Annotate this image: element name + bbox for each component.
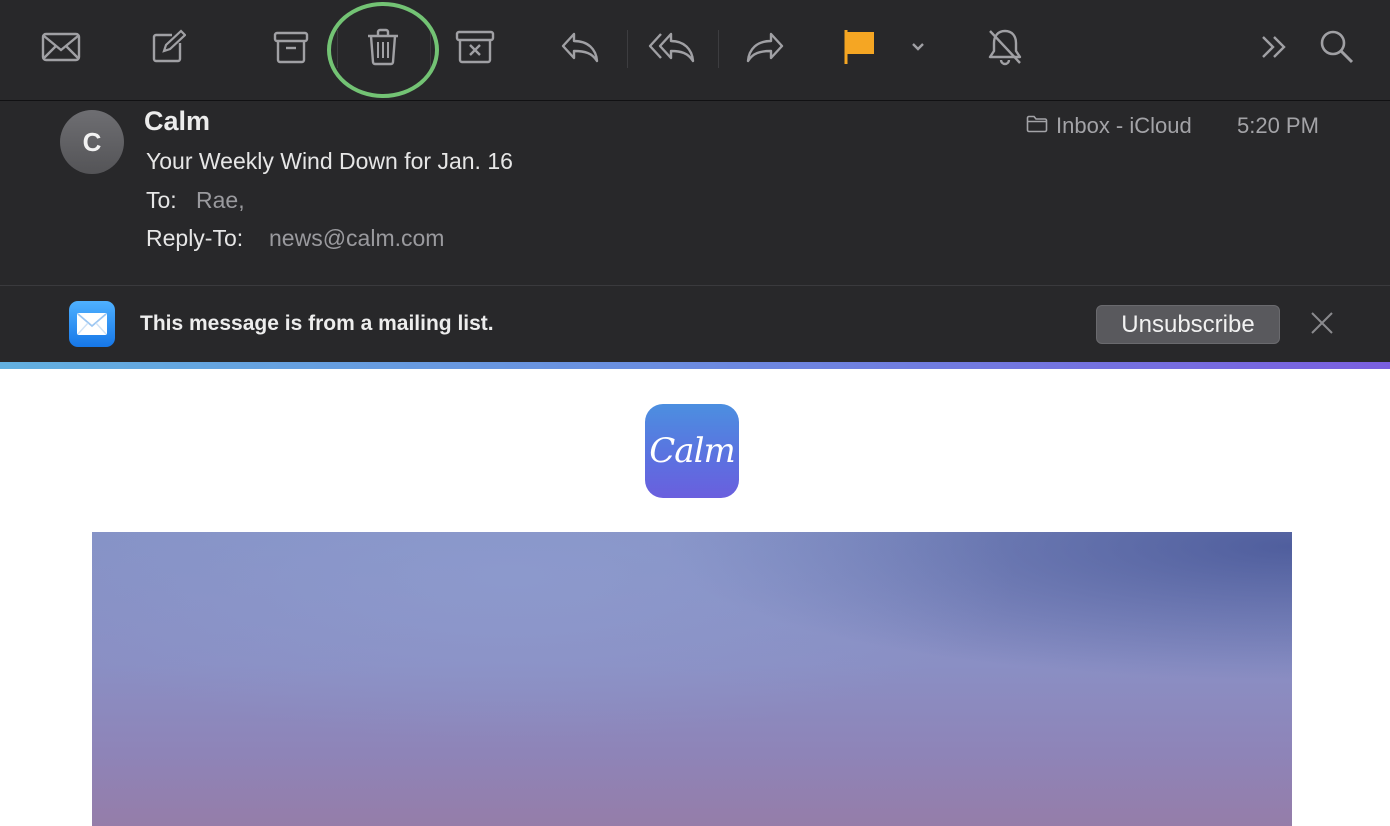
get-mail-button[interactable]: [36, 22, 86, 72]
mail-app-icon: [69, 301, 115, 347]
junk-icon: [455, 29, 495, 65]
mailbox-location: Inbox - iCloud: [1026, 113, 1192, 139]
junk-button[interactable]: [450, 22, 500, 72]
reply-to-label: Reply-To:: [146, 225, 244, 251]
compose-icon: [150, 29, 186, 65]
mailbox-name: Inbox - iCloud: [1056, 113, 1192, 138]
bell-slash-icon: [986, 28, 1024, 66]
close-icon: [1310, 311, 1334, 340]
mailing-list-notice: This message is from a mailing list.: [140, 312, 494, 335]
unsubscribe-button[interactable]: Unsubscribe: [1096, 305, 1280, 344]
toolbar-divider: [337, 30, 338, 68]
compose-button[interactable]: [143, 22, 193, 72]
forward-button[interactable]: [740, 22, 790, 72]
chevron-double-right-icon: [1259, 34, 1289, 60]
reply-to-address[interactable]: news@calm.com: [269, 225, 444, 252]
message-time: 5:20 PM: [1237, 113, 1319, 138]
archive-button[interactable]: [266, 22, 316, 72]
hero-image[interactable]: [92, 532, 1292, 826]
mute-button[interactable]: [980, 22, 1030, 72]
header-accent-bar: [0, 362, 1390, 369]
avatar-initial: C: [82, 126, 102, 157]
reply-all-icon: [648, 31, 696, 63]
calm-logo-text: Calm: [649, 431, 735, 471]
calm-logo[interactable]: Calm: [645, 404, 739, 498]
toolbar-divider: [430, 30, 431, 68]
search-button[interactable]: [1312, 22, 1362, 72]
toolbar-divider: [627, 30, 628, 68]
search-icon: [1319, 29, 1355, 65]
flag-button[interactable]: [835, 22, 885, 72]
forward-icon: [745, 31, 785, 63]
envelope-icon: [41, 31, 81, 63]
mailing-list-banner: This message is from a mailing list. Uns…: [0, 286, 1390, 362]
reply-icon: [560, 31, 600, 63]
flag-icon: [843, 28, 877, 66]
avatar: C: [60, 110, 124, 174]
folder-icon: [1026, 113, 1056, 139]
to-label: To:: [146, 187, 177, 213]
delete-button[interactable]: [358, 22, 408, 72]
message-header: C Calm Your Weekly Wind Down for Jan. 16…: [0, 101, 1390, 286]
to-recipient[interactable]: Rae,: [196, 187, 245, 214]
archive-icon: [273, 29, 309, 65]
message-subject: Your Weekly Wind Down for Jan. 16: [146, 148, 513, 174]
reply-all-button[interactable]: [647, 22, 697, 72]
trash-icon: [366, 28, 400, 66]
toolbar-divider: [718, 30, 719, 68]
toolbar: [0, 0, 1390, 101]
more-button[interactable]: [1249, 22, 1299, 72]
chevron-down-icon: [910, 41, 926, 53]
reply-button[interactable]: [555, 22, 605, 72]
sender-name[interactable]: Calm: [144, 106, 210, 137]
flag-menu-button[interactable]: [895, 22, 941, 72]
close-banner-button[interactable]: [1307, 310, 1337, 340]
